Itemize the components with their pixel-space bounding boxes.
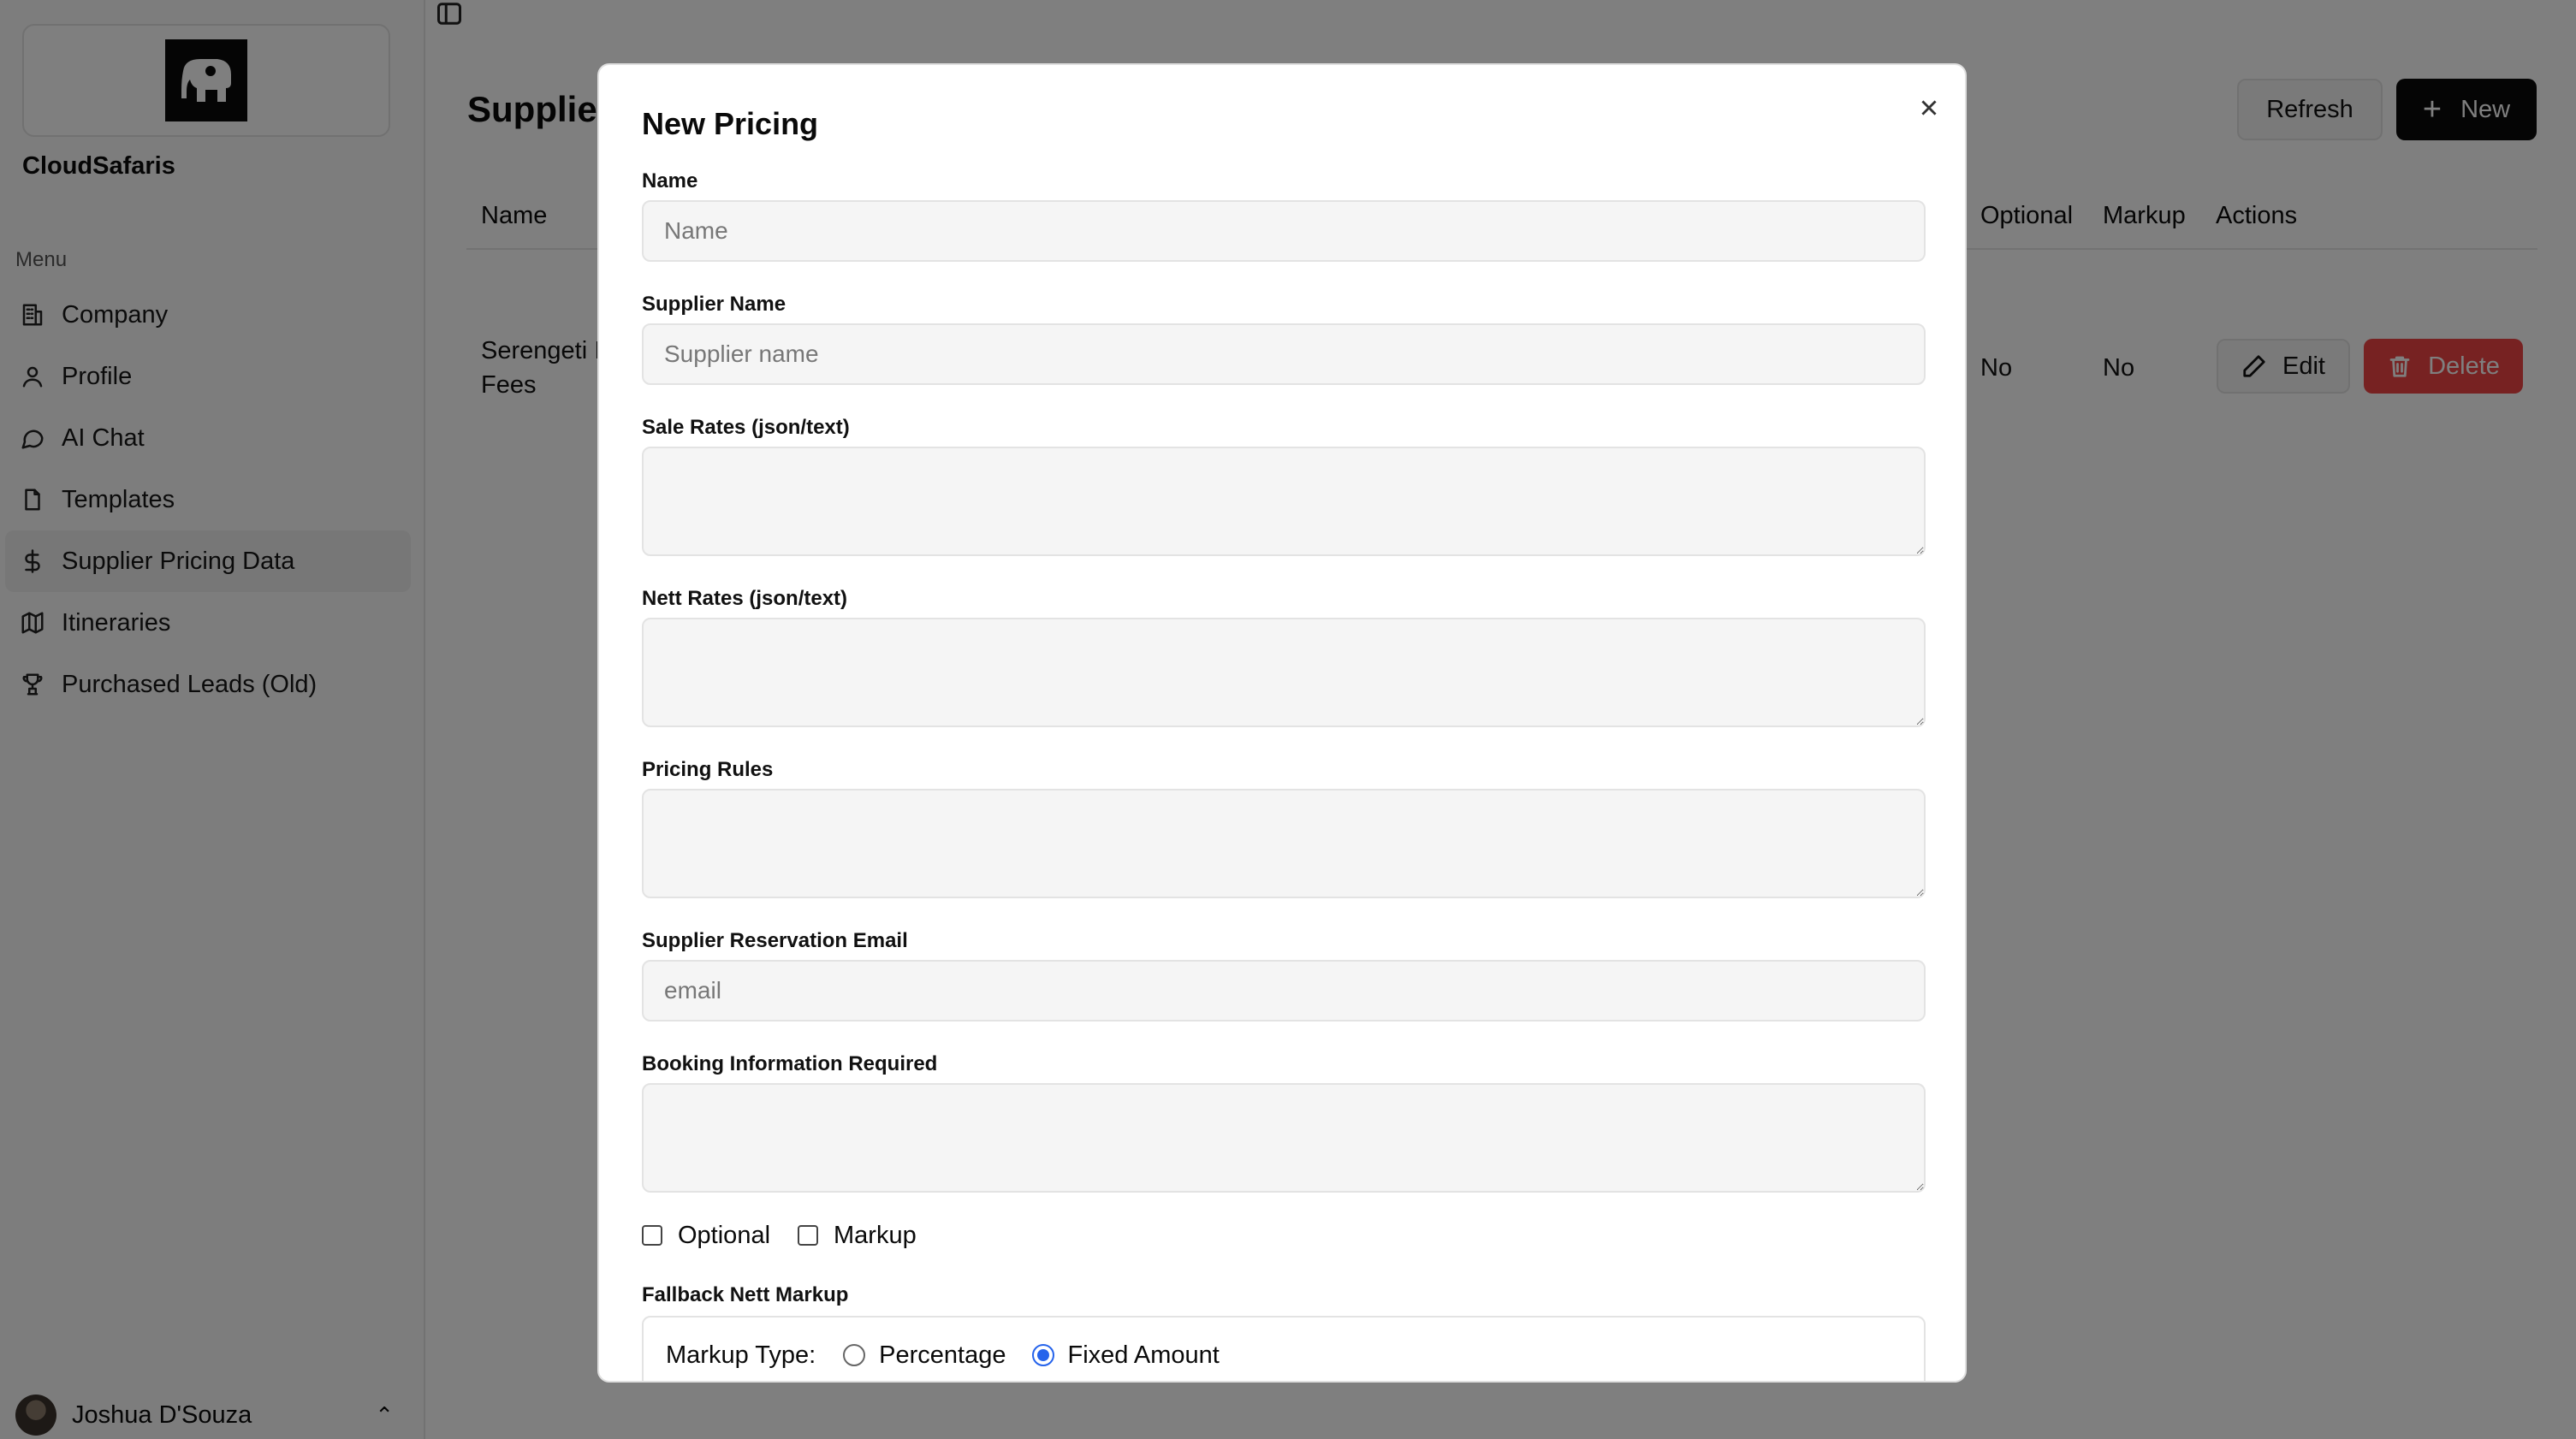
close-button[interactable] bbox=[1914, 92, 1944, 123]
reservation-email-input[interactable] bbox=[642, 960, 1926, 1022]
markup-type-label: Markup Type: bbox=[666, 1341, 816, 1369]
markup-checkbox-label[interactable]: Markup bbox=[834, 1222, 917, 1250]
booking-info-label: Booking Information Required bbox=[642, 1052, 938, 1075]
pricing-rules-textarea[interactable] bbox=[642, 789, 1926, 898]
name-input[interactable] bbox=[642, 200, 1926, 262]
percentage-radio[interactable] bbox=[843, 1344, 866, 1366]
markup-checkbox[interactable] bbox=[798, 1225, 819, 1246]
optional-checkbox[interactable] bbox=[642, 1225, 662, 1246]
sale-rates-textarea[interactable] bbox=[642, 447, 1926, 556]
pricing-rules-label: Pricing Rules bbox=[642, 758, 774, 781]
fixed-amount-radio-label[interactable]: Fixed Amount bbox=[1068, 1341, 1220, 1370]
new-pricing-dialog: New Pricing Name Supplier Name Sale Rate… bbox=[597, 63, 1967, 1383]
checkbox-row: Optional Markup bbox=[642, 1218, 944, 1252]
percentage-radio-label[interactable]: Percentage bbox=[879, 1341, 1006, 1370]
fallback-nett-markup-label: Fallback Nett Markup bbox=[642, 1283, 849, 1306]
close-icon bbox=[1921, 100, 1937, 115]
name-label: Name bbox=[642, 169, 698, 192]
nett-rates-textarea[interactable] bbox=[642, 618, 1926, 727]
supplier-name-input[interactable] bbox=[642, 323, 1926, 385]
markup-type-panel: Markup Type: Percentage Fixed Amount bbox=[642, 1316, 1926, 1381]
sale-rates-label: Sale Rates (json/text) bbox=[642, 416, 850, 439]
nett-rates-label: Nett Rates (json/text) bbox=[642, 587, 848, 610]
fixed-amount-radio[interactable] bbox=[1031, 1344, 1054, 1366]
optional-checkbox-label[interactable]: Optional bbox=[678, 1222, 770, 1250]
supplier-name-label: Supplier Name bbox=[642, 293, 786, 316]
dialog-title: New Pricing bbox=[642, 106, 819, 141]
markup-type-group: Markup Type: Percentage Fixed Amount bbox=[666, 1338, 1245, 1372]
reservation-email-label: Supplier Reservation Email bbox=[642, 929, 908, 952]
booking-info-textarea[interactable] bbox=[642, 1083, 1926, 1193]
